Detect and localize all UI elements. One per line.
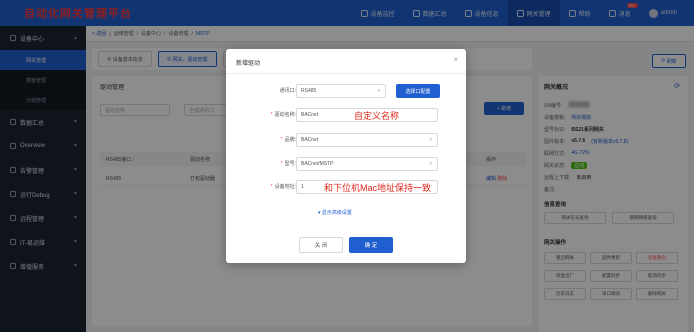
model-select[interactable]: BACnet/MSTP ▾ <box>296 157 438 171</box>
chevron-down-icon: ▾ <box>429 161 432 167</box>
model-row: * 型号: BACnet/MSTP ▾ <box>226 157 466 171</box>
device-address-label: * 设备地址: <box>270 184 296 190</box>
annotation-custom-name: 自定义名称 <box>354 111 400 121</box>
model-label: * 型号: <box>280 161 296 167</box>
annotation-mac-address: 和下位机Mac地址保持一致 <box>324 183 432 193</box>
add-driver-dialog: 新增驱动 × 通讯口: RS485 ▾ 选择口配置 * 驱动名称: BACnet 自… <box>226 49 466 263</box>
advanced-settings-link[interactable]: ▾ 显示高级设置 <box>318 209 352 216</box>
driver-name-row: * 驱动名称: BACnet 自定义名称 <box>226 108 466 122</box>
chevron-down-icon: ▾ <box>377 88 380 94</box>
brand-row: * 品牌: BACnet ▾ <box>226 133 466 147</box>
port-label: 通讯口: <box>279 88 296 94</box>
brand-select[interactable]: BACnet ▾ <box>296 133 438 147</box>
brand-label: * 品牌: <box>280 137 296 143</box>
dialog-title: 新增驱动 <box>236 61 261 67</box>
device-address-row: * 设备地址: 1 和下位机Mac地址保持一致 <box>226 180 466 194</box>
chevron-down-icon: ▾ <box>429 137 432 143</box>
divider <box>226 73 466 74</box>
confirm-button[interactable]: 确 定 <box>349 237 393 253</box>
port-select[interactable]: RS485 ▾ <box>296 84 386 98</box>
port-row: 通讯口: RS485 ▾ 选择口配置 <box>226 84 466 98</box>
close-icon[interactable]: × <box>453 55 458 64</box>
close-button[interactable]: 关 闭 <box>299 237 343 253</box>
choose-port-config-button[interactable]: 选择口配置 <box>396 84 440 98</box>
driver-name-label: * 驱动名称: <box>270 112 296 118</box>
